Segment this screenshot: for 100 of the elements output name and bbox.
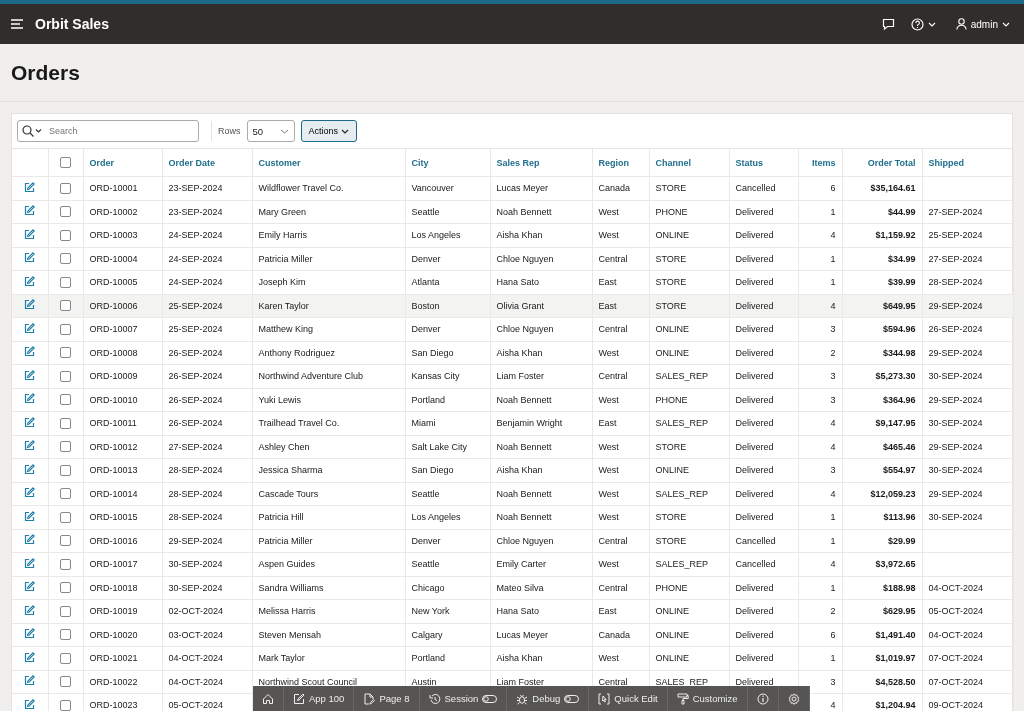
table-cell: East (598, 277, 617, 288)
table-cell: West (598, 653, 619, 664)
app-name[interactable]: Orbit Sales (35, 16, 109, 32)
toggle-icon[interactable] (482, 694, 498, 703)
table-cell: Central (598, 582, 628, 593)
edit-icon[interactable] (24, 299, 36, 311)
edit-icon[interactable] (24, 557, 36, 569)
edit-icon[interactable] (24, 604, 36, 616)
edit-icon[interactable] (24, 581, 36, 593)
column-header[interactable]: Order Date (168, 157, 216, 168)
column-header[interactable]: Channel (655, 157, 691, 168)
row-checkbox[interactable] (60, 511, 71, 523)
row-checkbox[interactable] (60, 558, 71, 570)
toolbar-button[interactable]: App 100 (284, 686, 355, 711)
column-header[interactable]: Sales Rep (496, 157, 540, 168)
edit-icon[interactable] (24, 628, 36, 640)
row-checkbox[interactable] (60, 699, 71, 711)
table-cell: 25-SEP-2024 (168, 324, 223, 335)
table-cell: Portland (411, 394, 446, 405)
table-cell: East (598, 418, 617, 429)
edit-icon[interactable] (24, 275, 36, 287)
table-cell: Cancelled (735, 559, 776, 570)
row-checkbox[interactable] (60, 488, 71, 500)
edit-icon[interactable] (24, 369, 36, 381)
edit-icon[interactable] (24, 534, 36, 546)
table-cell: ORD-10004 (89, 253, 138, 264)
table-cell: 29-SEP-2024 (168, 535, 223, 546)
row-checkbox[interactable] (60, 229, 71, 241)
toolbar-button[interactable]: Page 8 (354, 686, 420, 711)
column-header[interactable]: Order (89, 157, 114, 168)
table-cell: 27-SEP-2024 (168, 441, 223, 452)
user-menu[interactable]: admin (955, 18, 1010, 30)
row-checkbox[interactable] (60, 605, 71, 617)
edit-icon[interactable] (24, 322, 36, 334)
edit-icon[interactable] (24, 463, 36, 475)
row-checkbox[interactable] (60, 253, 71, 265)
toolbar-button[interactable]: Customize (667, 686, 748, 711)
table-cell: ORD-10023 (89, 700, 138, 711)
toolbar-button[interactable]: Debug (507, 686, 590, 711)
edit-icon[interactable] (24, 205, 36, 217)
row-checkbox[interactable] (60, 206, 71, 218)
bug-icon (516, 692, 529, 705)
edit-icon[interactable] (24, 393, 36, 405)
row-checkbox[interactable] (60, 370, 71, 382)
row-checkbox[interactable] (60, 394, 71, 406)
row-checkbox[interactable] (60, 441, 71, 453)
edit-icon[interactable] (24, 510, 36, 522)
column-header[interactable]: Order Total (867, 157, 916, 168)
toolbar-button[interactable]: Session (419, 686, 508, 711)
table-cell: Chloe Nguyen (496, 535, 554, 546)
row-checkbox[interactable] (60, 676, 71, 688)
column-header[interactable]: Customer (258, 157, 301, 168)
select-all-checkbox[interactable] (60, 157, 71, 169)
table-cell: SALES_REP (655, 418, 709, 429)
table-cell: 29-SEP-2024 (928, 300, 983, 311)
edit-icon[interactable] (24, 346, 36, 358)
edit-icon[interactable] (24, 440, 36, 452)
row-checkbox[interactable] (60, 535, 71, 547)
row-checkbox[interactable] (60, 347, 71, 359)
column-header[interactable]: Region (598, 157, 629, 168)
row-checkbox[interactable] (60, 582, 71, 594)
row-checkbox[interactable] (60, 629, 71, 641)
table-cell: Delivered (735, 206, 774, 217)
table-cell: Patricia Hill (258, 512, 304, 523)
column-header[interactable]: City (411, 157, 429, 168)
search-icon[interactable] (22, 125, 42, 137)
help-button[interactable] (910, 17, 936, 31)
row-checkbox[interactable] (60, 300, 71, 312)
table-cell: PHONE (655, 394, 688, 405)
actions-button[interactable]: Actions (300, 120, 358, 142)
edit-icon[interactable] (24, 228, 36, 240)
column-header[interactable]: Shipped (928, 157, 964, 168)
table-cell: Melissa Harris (258, 606, 316, 617)
edit-icon[interactable] (24, 675, 36, 687)
table-cell: 4 (830, 300, 836, 311)
row-checkbox[interactable] (60, 464, 71, 476)
toggle-icon[interactable] (564, 694, 580, 703)
edit-icon[interactable] (24, 181, 36, 193)
rows-select[interactable]: 50 (246, 120, 295, 142)
edit-icon[interactable] (24, 416, 36, 428)
edit-icon[interactable] (24, 651, 36, 663)
search-field[interactable]: Search (17, 120, 199, 142)
edit-icon[interactable] (24, 252, 36, 264)
table-cell: Emily Harris (258, 230, 307, 241)
row-checkbox[interactable] (60, 276, 71, 288)
column-header[interactable]: Status (735, 157, 763, 168)
row-checkbox[interactable] (60, 323, 71, 335)
table-cell: STORE (655, 535, 687, 546)
table-cell: 3 (830, 371, 836, 382)
column-header[interactable]: Items (812, 157, 836, 168)
row-checkbox[interactable] (60, 182, 71, 194)
edit-icon[interactable] (24, 487, 36, 499)
edit-icon[interactable] (24, 698, 36, 710)
toolbar-button[interactable]: Quick Edit (589, 686, 668, 711)
chat-icon[interactable] (881, 18, 895, 30)
table-cell: Karen Taylor (258, 300, 309, 311)
row-checkbox[interactable] (60, 417, 71, 429)
row-checkbox[interactable] (60, 652, 71, 664)
menu-icon[interactable] (11, 19, 24, 29)
table-cell: 26-SEP-2024 (168, 418, 223, 429)
